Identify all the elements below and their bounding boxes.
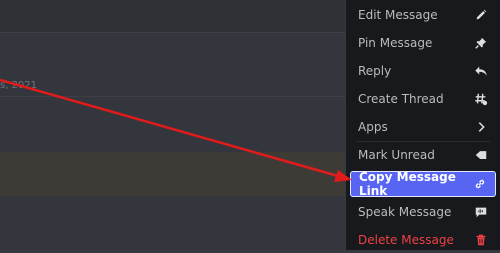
pencil-icon [474,8,488,22]
chat-area: s, 2021 [0,0,345,250]
menu-item-speak-message[interactable]: Speak Message [350,199,496,225]
menu-item-label: Edit Message [358,8,438,22]
menu-item-copy-message-link[interactable]: Copy Message Link [350,170,496,198]
menu-item-label: Create Thread [358,92,444,106]
divider [0,96,345,97]
link-icon [473,177,487,191]
pin-icon [474,36,488,50]
menu-item-reply[interactable]: Reply [350,58,496,84]
reply-icon [474,64,488,78]
menu-item-label: Delete Message [358,233,454,247]
menu-item-label: Speak Message [358,205,452,219]
message-context-menu: Edit Message Pin Message Reply Create Th… [346,0,500,250]
menu-item-label: Apps [358,120,388,134]
message-date: s, 2021 [0,80,38,91]
menu-item-create-thread[interactable]: Create Thread [350,86,496,112]
mark-unread-icon [474,148,488,162]
speak-icon [474,205,488,219]
menu-item-label: Copy Message Link [359,170,456,198]
menu-item-label: Pin Message [358,36,433,50]
thread-icon [474,92,488,106]
message-row-top [0,0,345,32]
divider [0,32,345,33]
menu-item-mark-unread[interactable]: Mark Unread [350,142,496,168]
menu-item-delete-message[interactable]: Delete Message [350,227,496,253]
menu-item-edit-message[interactable]: Edit Message [350,2,496,28]
menu-item-label: Reply [358,64,392,78]
highlighted-message[interactable] [0,152,345,196]
trash-icon [474,233,488,247]
menu-item-apps[interactable]: Apps [350,114,496,140]
chevron-right-icon [474,120,488,134]
menu-item-pin-message[interactable]: Pin Message [350,30,496,56]
menu-item-label: Mark Unread [358,148,435,162]
